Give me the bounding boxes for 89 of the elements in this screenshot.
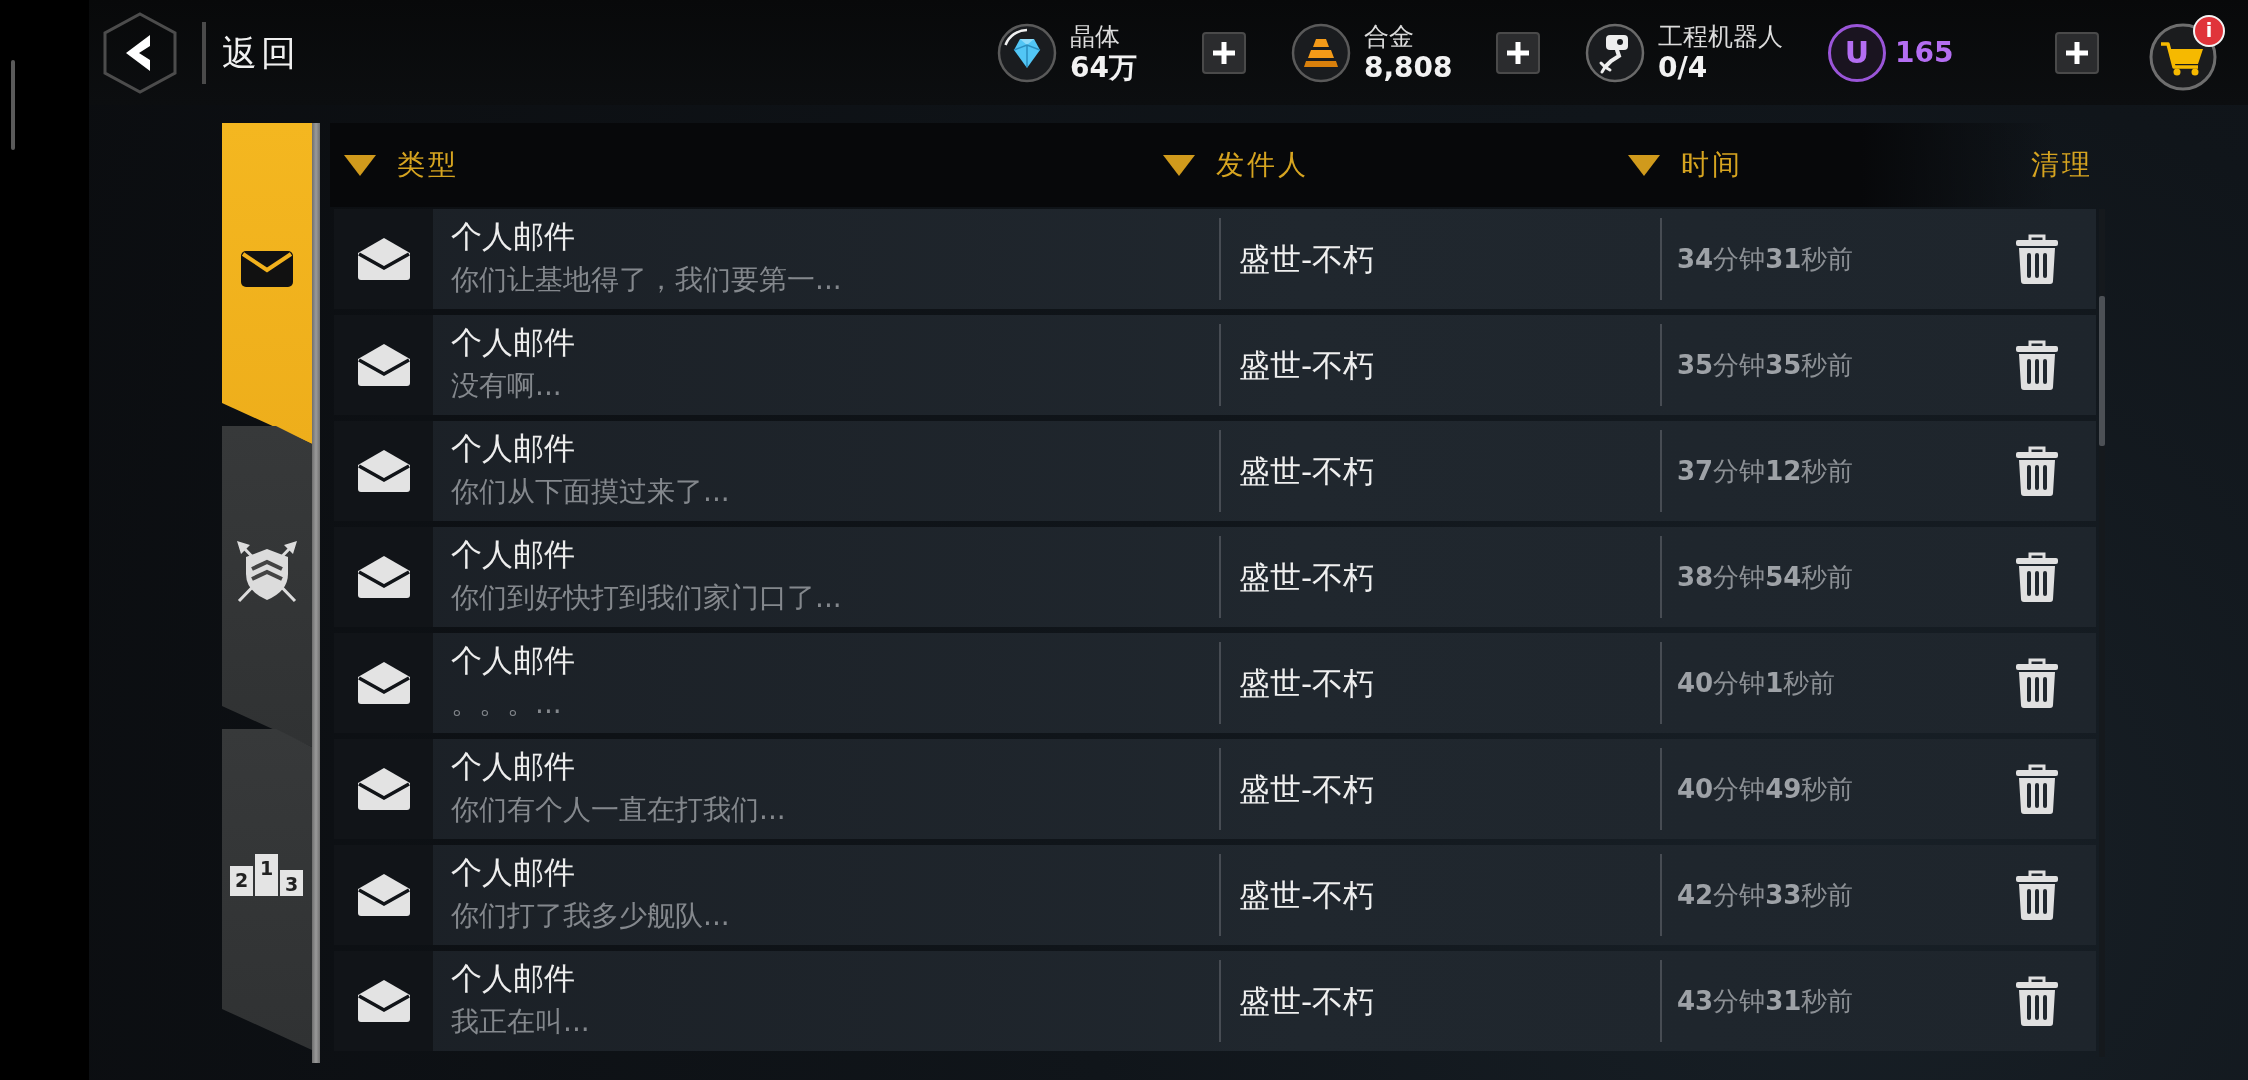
sender-name: 盛世-不朽 [1239,664,1375,703]
mail-preview: 。。。... [451,687,562,721]
delete-button[interactable] [2015,551,2059,603]
shield-swords-icon [235,538,299,605]
robot-icon [1585,22,1645,83]
add-button[interactable] [2055,31,2099,74]
mail-row[interactable]: 个人邮件 你们让基地得了，我们要第一... 盛世-不朽 34分钟31秒前 [334,209,2096,309]
sent-time: 42分钟33秒前 [1677,879,1854,912]
ingot-icon [1291,22,1351,83]
resource-amount: 64万 [1070,51,1138,84]
mail-row[interactable]: 个人邮件 你们打了我多少舰队... 盛世-不朽 42分钟33秒前 [334,845,2096,945]
resource-amount: 8,808 [1364,51,1454,84]
column-header[interactable]: 发件人 [1163,147,1309,183]
mail-type: 个人邮件 [451,217,575,256]
trash-icon [2015,551,2059,603]
sent-time: 40分钟49秒前 [1677,773,1854,806]
delete-button[interactable] [2015,763,2059,815]
column-header[interactable]: 时间 [1628,147,1743,183]
mail-row[interactable]: 个人邮件 你们到好快打到我们家门口了... 盛世-不朽 38分钟54秒前 [334,527,2096,627]
mail-preview: 没有啊... [451,369,562,403]
currency-symbol: U [1828,23,1886,82]
crystal-icon [997,22,1057,83]
trash-icon [2015,233,2059,285]
resource-label: 合金 [1364,21,1415,52]
delete-button[interactable] [2015,233,2059,285]
cart-button[interactable]: i [2149,14,2225,91]
mail-row[interactable]: 个人邮件 你们有个人一直在打我们... 盛世-不朽 40分钟49秒前 [334,739,2096,839]
trash-icon [2015,975,2059,1027]
sender-name: 盛世-不朽 [1239,876,1375,915]
sidebar-tab[interactable] [222,426,312,747]
back-label: 返回 [222,31,300,75]
trash-icon [2015,869,2059,921]
delete-button[interactable] [2015,445,2059,497]
sent-time: 38分钟54秒前 [1677,561,1854,594]
mail-type: 个人邮件 [451,535,575,574]
mail-preview: 你们让基地得了，我们要第一... [451,263,842,297]
sent-time: 35分钟35秒前 [1677,349,1854,382]
sender-name: 盛世-不朽 [1239,346,1375,385]
mail-preview: 你们从下面摸过来了... [451,475,730,509]
sender-name: 盛世-不朽 [1239,452,1375,491]
plus-icon [2066,41,2088,64]
mail-preview: 我正在叫... [451,1005,590,1039]
mail-type: 个人邮件 [451,747,575,786]
sent-time: 40分钟1秒前 [1677,667,1836,700]
sender-name: 盛世-不朽 [1239,982,1375,1021]
delete-button[interactable] [2015,975,2059,1027]
trash-icon [2015,339,2059,391]
scrollbar[interactable] [2099,209,2105,1057]
mail-preview: 你们打了我多少舰队... [451,899,730,933]
resource-amount: 165 [1895,36,1955,69]
mail-row[interactable]: 个人邮件 没有啊... 盛世-不朽 35分钟35秒前 [334,315,2096,415]
mail-preview: 你们有个人一直在打我们... [451,793,786,827]
sidebar-tab[interactable] [222,123,312,444]
resource-amount: 0/4 [1658,51,1709,84]
sidebar-tab[interactable]: 2 1 3 [222,729,312,1050]
envelope-icon [241,250,293,287]
plus-icon [1507,41,1529,64]
sent-time: 37分钟12秒前 [1677,455,1854,488]
delete-button[interactable] [2015,339,2059,391]
resource-label: 晶体 [1070,21,1121,52]
mail-row[interactable]: 个人邮件 。。。... 盛世-不朽 40分钟1秒前 [334,633,2096,733]
mail-type: 个人邮件 [451,323,575,362]
column-header[interactable]: 类型 [344,147,459,183]
info-badge: i [2193,14,2225,47]
sender-name: 盛世-不朽 [1239,770,1375,809]
plus-icon [1213,41,1235,64]
mail-type: 个人邮件 [451,853,575,892]
mail-row[interactable]: 个人邮件 你们从下面摸过来了... 盛世-不朽 37分钟12秒前 [334,421,2096,521]
delete-button[interactable] [2015,657,2059,709]
sender-name: 盛世-不朽 [1239,558,1375,597]
sender-name: 盛世-不朽 [1239,240,1375,279]
sent-time: 34分钟31秒前 [1677,243,1854,276]
mail-type: 个人邮件 [451,959,575,998]
mail-type: 个人邮件 [451,429,575,468]
add-button[interactable] [1496,31,1540,74]
add-button[interactable] [1202,31,1246,74]
column-header[interactable]: 清理 [2031,147,2093,183]
delete-button[interactable] [2015,869,2059,921]
back-icon [103,11,177,94]
trash-icon [2015,445,2059,497]
scrollbar-thumb[interactable] [2099,296,2105,446]
back-button[interactable] [103,11,177,94]
mail-row[interactable]: 个人邮件 我正在叫... 盛世-不朽 43分钟31秒前 [334,951,2096,1051]
resource-label: 工程机器人 [1658,21,1783,52]
trash-icon [2015,657,2059,709]
mail-preview: 你们到好快打到我们家门口了... [451,581,842,615]
mail-type: 个人邮件 [451,641,575,680]
trash-icon [2015,763,2059,815]
sent-time: 43分钟31秒前 [1677,985,1854,1018]
